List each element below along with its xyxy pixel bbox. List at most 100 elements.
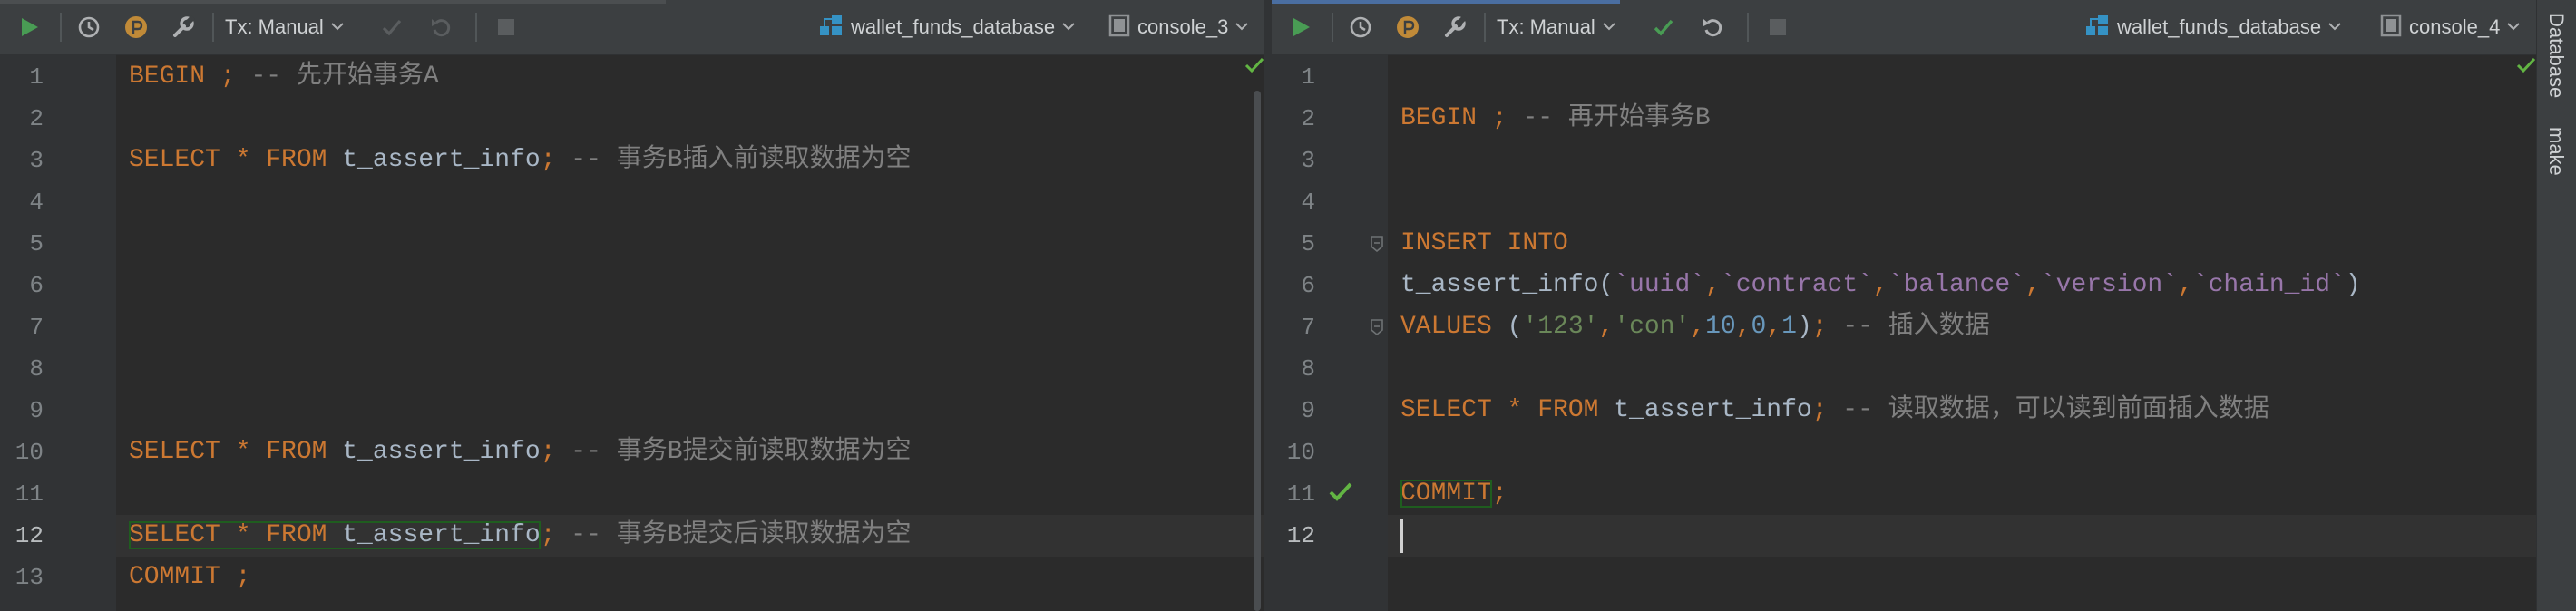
code-line[interactable] <box>116 306 1264 348</box>
code-token: INSERT INTO <box>1400 229 1568 257</box>
code-line[interactable]: VALUES ('123','con',10,0,1); -- 插入数据 <box>1388 306 2536 348</box>
code-token: , <box>1705 271 1721 299</box>
code-line[interactable] <box>116 390 1264 432</box>
vertical-scrollbar[interactable] <box>1252 54 1263 611</box>
chevron-down-icon <box>331 19 344 35</box>
code-line[interactable] <box>1388 348 2536 390</box>
code-token: `contract` <box>1720 271 1873 299</box>
code-line[interactable] <box>116 223 1264 265</box>
code-token: t_assert_info <box>1614 396 1812 424</box>
code-line[interactable]: COMMIT ; <box>116 557 1264 598</box>
code-token: BEGIN <box>129 63 220 91</box>
code-token: ; <box>540 146 556 174</box>
code-token: * <box>235 521 267 549</box>
line-number: 9 <box>29 397 44 424</box>
commit-icon[interactable] <box>1647 0 1680 54</box>
line-number: 7 <box>1301 314 1315 341</box>
chevron-down-icon <box>1062 19 1075 35</box>
code-line[interactable]: BEGIN ; -- 先开始事务A <box>116 56 1264 98</box>
line-number: 13 <box>15 564 44 591</box>
code-line[interactable] <box>116 181 1264 223</box>
line-number: 10 <box>1286 439 1315 466</box>
ide-window: Tx: Manual wallet_funds_database console… <box>0 0 2576 611</box>
chevron-down-icon <box>2507 19 2521 35</box>
datasource-selector[interactable]: wallet_funds_database <box>818 0 1090 54</box>
chevron-down-icon <box>2328 19 2341 35</box>
code-line[interactable] <box>116 265 1264 306</box>
code-token: , <box>1690 313 1706 341</box>
make-tool-tab[interactable]: make <box>2544 127 2568 176</box>
chevron-down-icon <box>1235 19 1249 35</box>
code-token: ; <box>220 63 236 91</box>
code-line[interactable] <box>116 473 1264 515</box>
explain-plan-icon[interactable] <box>120 0 152 54</box>
code-line[interactable]: SELECT * FROM t_assert_info; -- 事务B插入前读取… <box>116 140 1264 181</box>
line-number-gutter: 1 2 3 4 5 6 7 8 9 10 11 12 <box>1272 54 1388 611</box>
execution-success-icon <box>1328 480 1353 509</box>
code-token: t_assert_info <box>342 521 541 549</box>
line-number: 8 <box>29 355 44 383</box>
code-line[interactable]: COMMIT; <box>1388 473 2536 515</box>
code-line[interactable]: BEGIN ; -- 再开始事务B <box>1388 98 2536 140</box>
code-line[interactable] <box>1388 515 2536 557</box>
settings-wrench-icon[interactable] <box>167 0 200 54</box>
console-selector[interactable]: console_3 <box>1108 0 1263 54</box>
code-token: 0 <box>1751 313 1767 341</box>
code-token: FROM <box>266 521 343 549</box>
pane-splitter[interactable] <box>1264 0 1272 611</box>
stop-icon[interactable] <box>1761 0 1794 54</box>
code-token: BEGIN <box>1400 104 1492 132</box>
code-line[interactable] <box>1388 432 2536 473</box>
code-line[interactable] <box>116 348 1264 390</box>
code-line[interactable]: t_assert_info(`uuid`,`contract`,`balance… <box>1388 265 2536 306</box>
datasource-selector[interactable]: wallet_funds_database <box>2084 0 2356 54</box>
tx-mode-dropdown[interactable]: Tx: Manual <box>225 0 352 54</box>
stop-icon[interactable] <box>490 0 522 54</box>
fold-marker-icon[interactable] <box>1370 236 1384 257</box>
executed-statement-highlight: SELECT * FROM t_assert_info <box>129 521 541 549</box>
code-line[interactable]: SELECT * FROM t_assert_info; -- 事务B提交后读取… <box>116 515 1264 557</box>
execute-icon[interactable] <box>1284 0 1317 54</box>
fold-marker-icon[interactable] <box>1370 319 1384 340</box>
scrollbar-thumb[interactable] <box>1254 91 1261 611</box>
code-line[interactable] <box>1388 140 2536 181</box>
history-icon[interactable] <box>73 0 105 54</box>
line-number: 7 <box>29 314 44 341</box>
datasource-label: wallet_funds_database <box>2117 15 2322 38</box>
line-number: 5 <box>29 230 44 257</box>
history-icon[interactable] <box>1344 0 1377 54</box>
code-token: ) <box>1796 313 1812 341</box>
code-line[interactable] <box>1388 181 2536 223</box>
line-number: 11 <box>1286 480 1315 508</box>
code-line[interactable]: INSERT INTO <box>1388 223 2536 265</box>
code-line[interactable] <box>116 98 1264 140</box>
code-line[interactable]: SELECT * FROM t_assert_info; -- 读取数据，可以读… <box>1388 390 2536 432</box>
toolbar-separator <box>1332 13 1333 42</box>
tx-mode-dropdown[interactable]: Tx: Manual <box>1497 0 1624 54</box>
code-token: SELECT <box>1400 396 1508 424</box>
code-token: ; <box>235 563 251 591</box>
explain-plan-icon[interactable] <box>1391 0 1424 54</box>
code-token: ; <box>1811 396 1828 424</box>
code-token: , <box>2025 271 2041 299</box>
console-label: console_4 <box>2409 15 2501 38</box>
line-number: 9 <box>1301 397 1315 424</box>
code-token: ) <box>2345 271 2361 299</box>
code-line[interactable]: SELECT * FROM t_assert_info; -- 事务B提交前读取… <box>116 432 1264 473</box>
code-token: * <box>1507 396 1538 424</box>
commit-icon[interactable] <box>376 0 408 54</box>
code-token: , <box>1872 271 1888 299</box>
code-token: * <box>235 146 267 174</box>
side-tool-strip: Database make <box>2536 0 2576 611</box>
rollback-icon[interactable] <box>1696 0 1729 54</box>
console-selector[interactable]: console_4 <box>2380 0 2534 54</box>
sql-editor[interactable]: BEGIN ; -- 先开始事务A SELECT * FROM t_assert_… <box>116 54 1264 611</box>
database-tool-tab[interactable]: Database <box>2544 13 2568 98</box>
settings-wrench-icon[interactable] <box>1439 0 1471 54</box>
execute-icon[interactable] <box>13 0 45 54</box>
rollback-icon[interactable] <box>424 0 457 54</box>
code-line[interactable] <box>1388 56 2536 98</box>
code-token: -- 读取数据，可以读到前面插入数据 <box>1827 396 2269 424</box>
line-number: 4 <box>29 189 44 216</box>
sql-editor[interactable]: BEGIN ; -- 再开始事务B INSERT INTO t_assert_inf… <box>1388 54 2536 611</box>
